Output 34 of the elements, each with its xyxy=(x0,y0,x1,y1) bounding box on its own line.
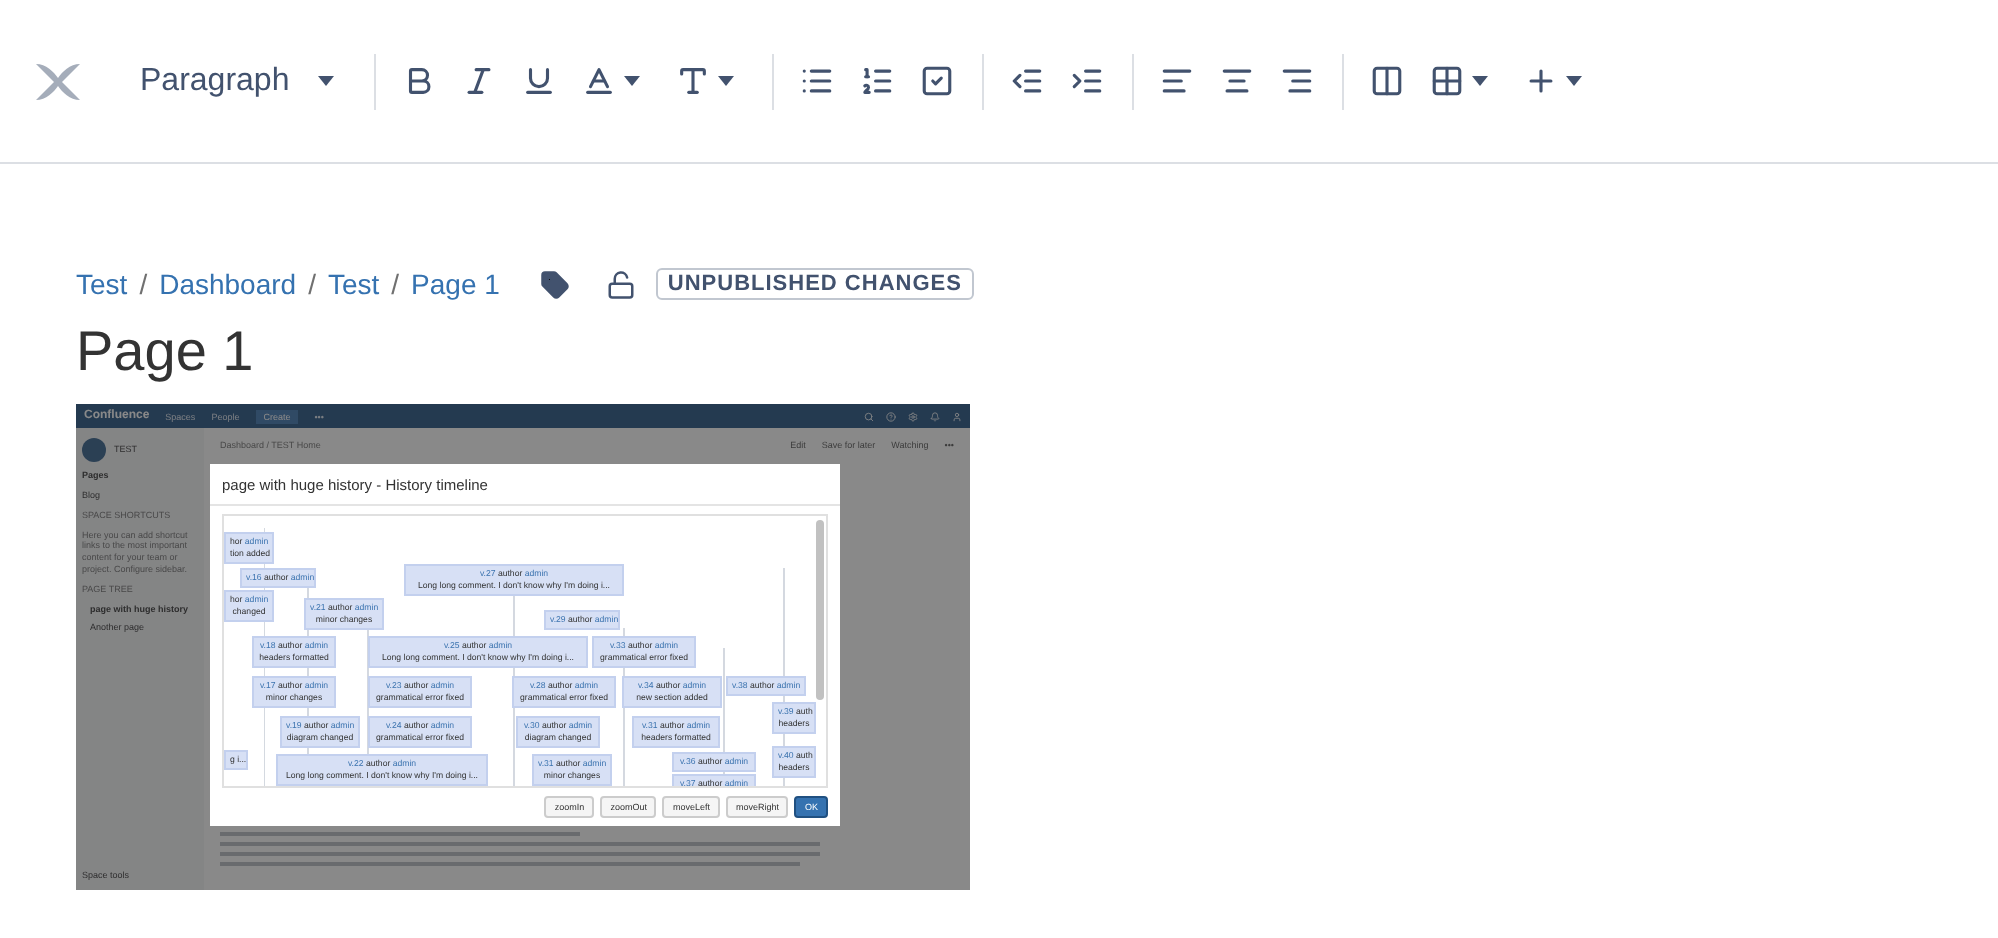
bullet-list-icon xyxy=(799,64,834,98)
table-icon xyxy=(1429,64,1464,98)
caret-icon xyxy=(717,76,734,86)
space-avatar xyxy=(82,438,106,462)
status-badge: UNPUBLISHED CHANGES xyxy=(655,268,974,300)
breadcrumb-separator: / xyxy=(308,268,316,300)
caret-icon xyxy=(1565,76,1582,86)
caret-icon xyxy=(623,76,640,86)
align-left-icon xyxy=(1159,64,1194,98)
breadcrumb-link[interactable]: Page 1 xyxy=(411,268,500,300)
task-list-icon xyxy=(919,64,954,98)
align-right-icon xyxy=(1279,64,1314,98)
numbered-list-icon xyxy=(859,64,894,98)
layout-icon xyxy=(1369,64,1404,98)
caret-icon xyxy=(317,76,334,86)
align-center-icon xyxy=(1219,64,1254,98)
underline-icon xyxy=(521,64,556,98)
breadcrumb-link[interactable]: Test xyxy=(327,268,380,300)
breadcrumb-link[interactable]: Test xyxy=(76,268,128,300)
text-color-icon xyxy=(581,64,616,98)
breadcrumb-separator: / xyxy=(391,268,400,300)
outdent-icon xyxy=(1009,64,1044,98)
indent-icon xyxy=(1069,64,1104,98)
user-icon[interactable] xyxy=(952,411,962,421)
breadcrumb-separator: / xyxy=(139,268,148,300)
paragraph-style-dropdown[interactable]: Paragraph xyxy=(124,55,350,107)
tag-icon[interactable] xyxy=(539,269,570,299)
search-icon[interactable] xyxy=(864,411,874,421)
caret-icon xyxy=(1471,76,1488,86)
bell-icon[interactable] xyxy=(930,411,940,421)
page-title: Page 1 xyxy=(76,320,256,384)
text-format-icon xyxy=(675,64,710,98)
breadcrumb-link[interactable]: Dashboard xyxy=(159,268,297,300)
unlocked-icon[interactable] xyxy=(605,269,636,299)
